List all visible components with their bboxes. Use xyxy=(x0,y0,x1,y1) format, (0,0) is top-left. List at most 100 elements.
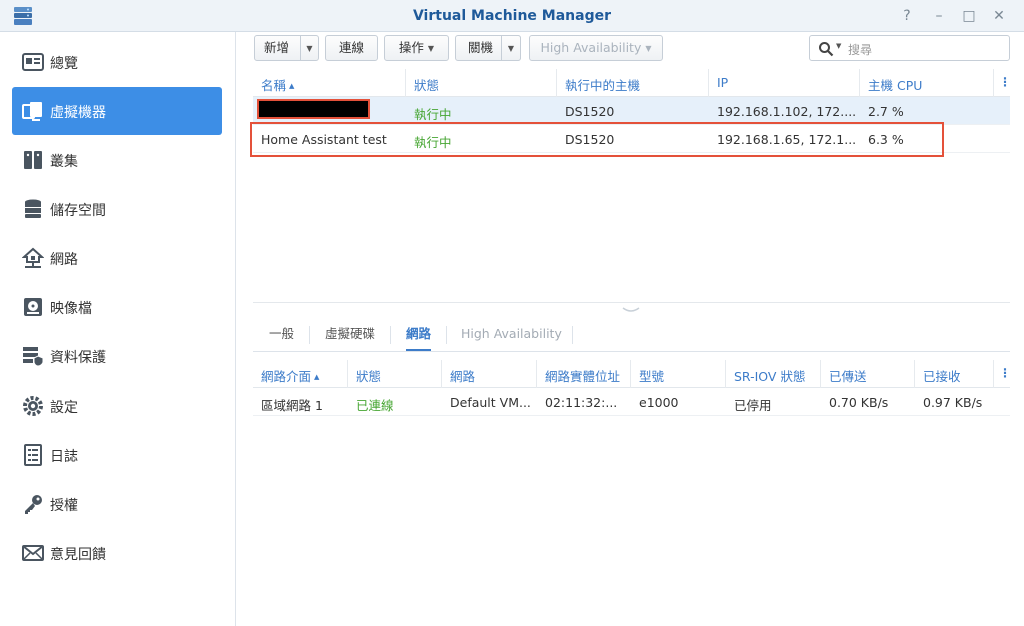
create-dropdown-button[interactable]: ▼ xyxy=(300,35,319,61)
chevron-down-icon: ▼ xyxy=(645,44,652,53)
column-label: 已接收 xyxy=(923,369,961,384)
sidebar-item-cluster[interactable]: 叢集 xyxy=(12,136,222,184)
close-icon[interactable]: ✕ xyxy=(990,7,1008,25)
search-placeholder: 搜尋 xyxy=(848,43,873,57)
vm-status: 執行中 xyxy=(414,107,452,122)
column-header-model[interactable]: 型號 xyxy=(631,360,726,388)
high-availability-button[interactable]: High Availability ▼ xyxy=(529,35,663,61)
chevron-down-icon: ▼ xyxy=(427,44,435,53)
vm-host: DS1520 xyxy=(565,104,615,119)
sort-ascending-icon: ▲ xyxy=(289,82,295,90)
sidebar-item-data-protection[interactable]: 資料保護 xyxy=(12,332,222,380)
column-label: IP xyxy=(717,75,729,90)
highlight-box xyxy=(250,122,944,157)
nic-model: e1000 xyxy=(639,395,679,410)
cluster-icon xyxy=(24,151,42,169)
nic-sent: 0.70 KB/s xyxy=(829,395,889,410)
sidebar-item-settings[interactable]: 設定 xyxy=(12,382,222,430)
column-label: 網路介面 xyxy=(261,369,312,384)
column-header-cpu[interactable]: 主機 CPU xyxy=(860,69,994,97)
settings-icon xyxy=(23,396,43,416)
sidebar-item-label: 儲存空間 xyxy=(50,203,106,219)
sidebar-item-label: 日誌 xyxy=(50,449,78,465)
sidebar-item-virtual-machine[interactable]: 虛擬機器 xyxy=(12,87,222,135)
sidebar-item-network[interactable]: 網路 xyxy=(12,234,222,282)
vm-cpu: 2.7 % xyxy=(868,104,904,119)
action-button[interactable]: 操作 ▼ xyxy=(384,35,449,61)
chevron-down-icon: ▼ xyxy=(836,42,842,50)
column-menu-icon[interactable]: ⋮ xyxy=(999,75,1011,89)
shutdown-button-label: 關機 xyxy=(468,40,494,55)
tab-divider xyxy=(309,326,310,344)
maximize-icon[interactable]: □ xyxy=(960,7,978,25)
key-icon xyxy=(25,495,42,514)
sidebar-item-label: 授權 xyxy=(50,498,78,514)
column-header-status[interactable]: 狀態 xyxy=(406,69,557,97)
sidebar-item-label: 設定 xyxy=(50,400,78,416)
nic-table-header: 網路介面 ▲ 狀態 網路 網路實體位址 型號 SR-IOV 狀態 已傳送 已接收 … xyxy=(253,360,1011,388)
tab-network[interactable]: 網路 xyxy=(406,318,432,351)
sidebar-item-feedback[interactable]: 意見回饋 xyxy=(12,529,222,577)
sidebar-item-license[interactable]: 授權 xyxy=(12,480,222,528)
column-header-interface[interactable]: 網路介面 ▲ xyxy=(253,360,348,388)
nic-received: 0.97 KB/s xyxy=(923,395,983,410)
tab-high-availability[interactable]: High Availability xyxy=(461,318,562,351)
help-icon[interactable]: ? xyxy=(898,7,916,25)
tab-divider xyxy=(572,326,573,344)
column-label: 已傳送 xyxy=(829,369,867,384)
sort-ascending-icon: ▲ xyxy=(314,373,320,381)
sidebar-item-label: 意見回饋 xyxy=(50,547,106,563)
network-icon xyxy=(22,247,44,268)
column-header-sriov[interactable]: SR-IOV 狀態 xyxy=(726,360,821,388)
vm-ip: 192.168.1.102, 172.... xyxy=(717,104,857,119)
sidebar-item-image[interactable]: 映像檔 xyxy=(12,283,222,331)
nic-interface: 區域網路 1 xyxy=(261,398,323,413)
column-label: 型號 xyxy=(639,369,665,384)
search-icon xyxy=(819,42,834,57)
sidebar-item-log[interactable]: 日誌 xyxy=(12,431,222,479)
search-input[interactable]: ▼ 搜尋 xyxy=(809,35,1010,61)
drag-handle-icon xyxy=(622,307,640,312)
sidebar-item-label: 總覽 xyxy=(50,56,78,72)
column-menu-icon[interactable]: ⋮ xyxy=(999,366,1011,380)
column-header-name[interactable]: 名稱 ▲ xyxy=(253,69,406,97)
column-header-sent[interactable]: 已傳送 xyxy=(821,360,915,388)
window-title: Virtual Machine Manager xyxy=(412,8,612,24)
sidebar-item-label: 叢集 xyxy=(50,154,78,170)
sidebar-item-label: 網路 xyxy=(50,252,78,268)
tab-divider xyxy=(390,326,391,344)
minimize-icon[interactable]: – xyxy=(930,7,948,25)
nic-sriov: 已停用 xyxy=(734,398,772,413)
tab-virtual-disk[interactable]: 虛擬硬碟 xyxy=(325,318,375,351)
column-header-status[interactable]: 狀態 xyxy=(348,360,442,388)
detail-tabs: 一般 虛擬硬碟 網路 High Availability xyxy=(253,318,1010,352)
image-icon xyxy=(24,298,42,316)
action-button-label: 操作 xyxy=(398,40,424,55)
tab-general[interactable]: 一般 xyxy=(269,318,294,351)
table-row[interactable]: 區域網路 1 已連線 Default VM... 02:11:32:... e1… xyxy=(253,388,1010,416)
title-bar: Virtual Machine Manager ? – □ ✕ xyxy=(0,0,1024,32)
connect-button[interactable]: 連線 xyxy=(325,35,378,61)
column-label: 網路 xyxy=(450,369,476,384)
column-label: 執行中的主機 xyxy=(565,78,641,93)
sidebar-item-storage[interactable]: 儲存空間 xyxy=(12,185,222,233)
nic-status: 已連線 xyxy=(356,398,394,413)
sidebar: 總覽 虛擬機器 叢集 儲存空間 網路 映像檔 資料保護 設定 日誌 授權 意見回… xyxy=(0,32,236,626)
shutdown-dropdown-button[interactable]: ▼ xyxy=(501,35,521,61)
column-header-host[interactable]: 執行中的主機 xyxy=(557,69,709,97)
chevron-down-icon: ▼ xyxy=(507,44,515,53)
vm-table-header: 名稱 ▲ 狀態 執行中的主機 IP 主機 CPU ⋮ xyxy=(253,69,1011,97)
column-header-network[interactable]: 網路 xyxy=(442,360,537,388)
column-label: 名稱 xyxy=(261,78,287,93)
storage-icon xyxy=(25,199,41,218)
connect-button-label: 連線 xyxy=(338,40,364,55)
column-header-mac[interactable]: 網路實體位址 xyxy=(537,360,631,388)
overview-icon xyxy=(22,53,44,71)
column-header-ip[interactable]: IP xyxy=(709,69,860,97)
column-label: 狀態 xyxy=(414,78,440,93)
sidebar-item-label: 資料保護 xyxy=(50,350,106,366)
mail-icon xyxy=(22,545,44,561)
column-header-received[interactable]: 已接收 xyxy=(915,360,994,388)
sidebar-item-overview[interactable]: 總覽 xyxy=(12,38,222,86)
panel-splitter[interactable] xyxy=(253,302,1010,312)
